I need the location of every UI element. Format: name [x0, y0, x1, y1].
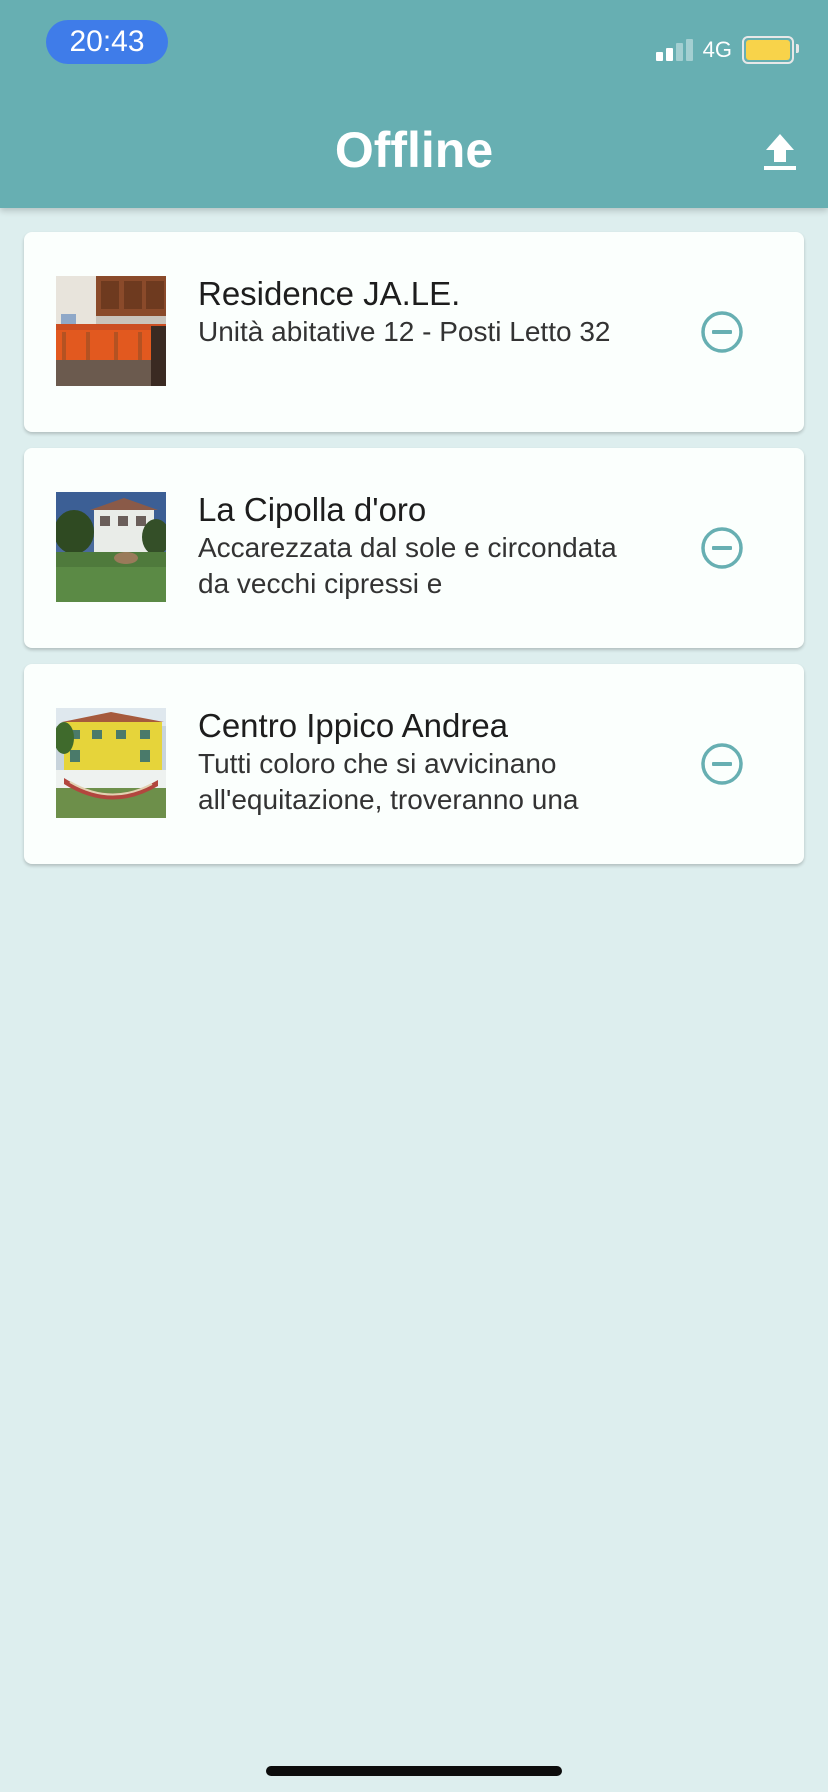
item-thumbnail: [56, 276, 166, 386]
list-item[interactable]: Residence JA.LE. Unità abitative 12 - Po…: [24, 232, 804, 432]
upload-button[interactable]: [756, 128, 804, 176]
offline-list: Residence JA.LE. Unità abitative 12 - Po…: [24, 232, 804, 880]
remove-button[interactable]: [700, 310, 744, 354]
signal-icon: [655, 39, 693, 61]
network-type: 4G: [702, 37, 732, 62]
battery-icon: [742, 36, 799, 64]
list-item[interactable]: La Cipolla d'oro Accarezzata dal sole e …: [24, 448, 804, 648]
item-thumbnail: [56, 492, 166, 602]
status-indicators: 4G: [655, 36, 799, 64]
app-header: 20:43 4G Offline: [0, 0, 828, 208]
item-title: Residence JA.LE.: [198, 275, 461, 312]
remove-button[interactable]: [700, 742, 744, 786]
item-description: Tutti coloro che si avvicinano all'equit…: [198, 748, 579, 815]
page-title: Offline: [334, 122, 494, 178]
item-title: La Cipolla d'oro: [198, 491, 427, 528]
list-item[interactable]: Centro Ippico Andrea Tutti coloro che si…: [24, 664, 804, 864]
item-description: Unità abitative 12 - Posti Letto 32: [198, 316, 611, 347]
item-title: Centro Ippico Andrea: [198, 707, 509, 744]
remove-circle-icon: [701, 527, 743, 569]
home-indicator[interactable]: [266, 1766, 562, 1776]
upload-icon: [764, 134, 796, 170]
item-description: Accarezzata dal sole e circondata da vec…: [198, 532, 617, 599]
remove-button[interactable]: [700, 526, 744, 570]
remove-circle-icon: [701, 311, 743, 353]
status-time: 20:43: [46, 20, 168, 64]
item-thumbnail: [56, 708, 166, 818]
remove-circle-icon: [701, 743, 743, 785]
